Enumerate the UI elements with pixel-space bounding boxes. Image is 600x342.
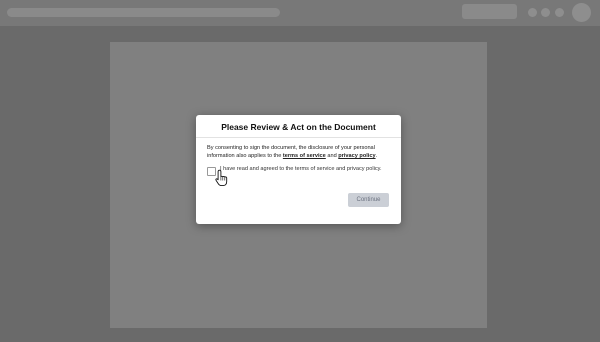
dialog-body: By consenting to sign the document, the …: [207, 144, 393, 160]
avatar[interactable]: [572, 3, 591, 22]
terms-of-service-link[interactable]: terms of service: [283, 153, 326, 159]
and-text: and: [325, 153, 339, 159]
toolbar-button[interactable]: [462, 4, 517, 19]
toolbar-icon[interactable]: [555, 8, 564, 17]
body-suffix: .: [375, 153, 378, 159]
address-bar[interactable]: [7, 8, 280, 17]
toolbar-icon[interactable]: [528, 8, 537, 17]
top-bar: [0, 0, 600, 26]
dialog-title: Please Review & Act on the Document: [196, 115, 401, 138]
consent-label[interactable]: I have read and agreed to the terms of s…: [220, 165, 392, 173]
hand-pointer-icon: [215, 169, 228, 187]
review-dialog: Please Review & Act on the Document By c…: [196, 115, 401, 224]
toolbar-icon[interactable]: [541, 8, 550, 17]
consent-row[interactable]: I have read and agreed to the terms of s…: [207, 165, 393, 185]
continue-button[interactable]: Continue: [348, 193, 389, 207]
privacy-policy-link[interactable]: privacy policy: [338, 153, 375, 159]
